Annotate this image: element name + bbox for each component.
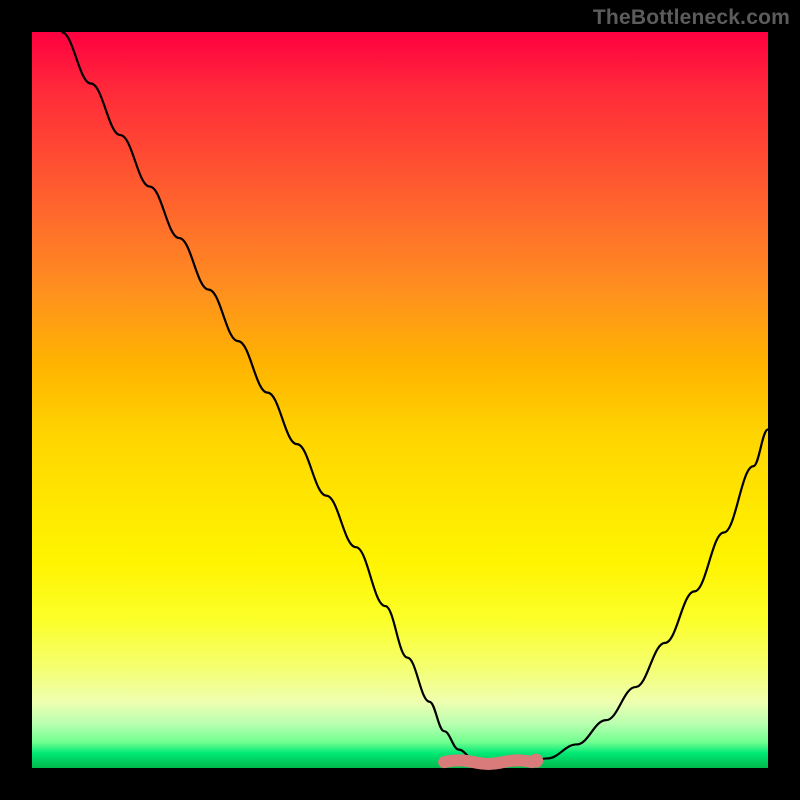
chart-frame: TheBottleneck.com — [0, 0, 800, 800]
watermark-text: TheBottleneck.com — [593, 6, 790, 30]
plot-area — [32, 32, 768, 768]
